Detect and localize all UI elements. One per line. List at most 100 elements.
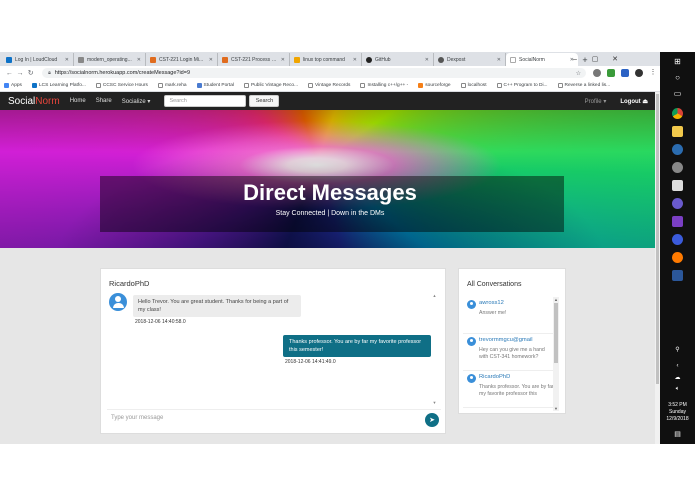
bookmark-item[interactable]: Reverse a linked lis... (557, 83, 610, 88)
tab-close-icon[interactable]: ✕ (65, 57, 69, 63)
tab-close-icon[interactable]: ✕ (497, 57, 501, 63)
maximize-button[interactable]: ▢ (585, 52, 605, 66)
minimize-button[interactable]: – (565, 52, 585, 66)
browser-tab[interactable]: Dexpost ✕ (434, 53, 506, 66)
brand-norm-text: Norm (35, 95, 60, 107)
file-explorer-icon[interactable] (672, 126, 683, 137)
profile-avatar-icon[interactable] (635, 69, 644, 77)
extension-icon[interactable] (621, 69, 630, 77)
taskbar-clock-date: 12/9/2018 (666, 416, 689, 422)
site-logo[interactable]: SocialNorm (8, 96, 60, 107)
tab-close-icon[interactable]: ✕ (353, 57, 357, 63)
scroll-up-icon[interactable]: ▲ (432, 293, 437, 298)
url-input[interactable]: 🔒︎ https://socialnorm.herokuapp.com/crea… (42, 68, 587, 78)
conversation-list[interactable]: awross12 Answer me! trevormmgcu@gmail He… (463, 297, 555, 411)
conversation-preview: Hey can you give me a hand with CST-341 … (479, 347, 545, 360)
search-button[interactable]: Search (249, 95, 280, 107)
bookmark-item[interactable]: Public Vintage Reco... (243, 83, 298, 88)
tab-close-icon[interactable]: ✕ (209, 57, 213, 63)
app-icon[interactable] (672, 162, 683, 173)
conversation-name[interactable]: trevormmgcu@gmail (479, 337, 555, 343)
extension-icon[interactable] (607, 69, 616, 77)
scroll-down-icon[interactable]: ▼ (553, 406, 559, 411)
site-navbar: SocialNorm Home Share Socialize ▾ Search… (0, 92, 660, 110)
conversation-item[interactable]: trevormmgcu@gmail Hey can you give me a … (463, 334, 555, 371)
scroll-up-icon[interactable]: ▲ (553, 297, 559, 302)
bookmark-item[interactable]: mark.reha (157, 83, 187, 88)
bookmark-item[interactable]: localhost (460, 83, 487, 88)
bookmark-item[interactable]: Vintage Records (308, 83, 350, 88)
nav-home-link[interactable]: Home (70, 98, 86, 104)
chrome-icon[interactable] (672, 108, 683, 119)
app-icon[interactable] (672, 234, 683, 245)
menu-kebab-icon[interactable]: ⋮ (649, 69, 657, 77)
mail-icon[interactable] (672, 180, 683, 191)
message-input[interactable]: Type your message (111, 415, 163, 421)
sourceforge-icon (418, 83, 424, 88)
profile-dropdown[interactable]: Profile ▾ (585, 98, 607, 105)
bookmark-item[interactable]: Apps (4, 83, 22, 88)
bookmark-star-icon[interactable]: ☆ (576, 70, 581, 77)
app-icon[interactable] (672, 144, 683, 155)
scroll-down-icon[interactable]: ▼ (432, 400, 437, 405)
visual-studio-icon[interactable] (672, 216, 683, 227)
app-icon[interactable] (672, 198, 683, 209)
app-icon[interactable] (672, 252, 683, 263)
browser-tab[interactable]: Log In | LoudCloud ✕ (2, 53, 74, 66)
browser-tab[interactable]: CST-221 Process Li... ✕ (218, 53, 290, 66)
word-icon[interactable] (672, 270, 683, 281)
nav-socialize-dropdown[interactable]: Socialize ▾ (122, 98, 151, 105)
page-icon (308, 83, 314, 88)
search-circle-icon[interactable]: ○ (672, 72, 683, 83)
logout-button[interactable]: Logout ⏏︎ (620, 98, 648, 105)
nav-share-link[interactable]: Share (96, 98, 112, 104)
browser-tab[interactable]: modern_operating... ✕ (74, 53, 146, 66)
avatar-icon (467, 374, 476, 383)
bookmark-item[interactable]: Installing c++/g++ - (360, 83, 408, 88)
tab-close-icon[interactable]: ✕ (137, 57, 141, 63)
task-view-icon[interactable]: ▭ (672, 88, 683, 99)
scrollbar-thumb[interactable] (656, 94, 659, 384)
url-text: https://socialnorm.herokuapp.com/createM… (54, 70, 191, 76)
volume-icon[interactable]: 🔈︎ (672, 384, 683, 395)
scrollbar-thumb[interactable] (554, 303, 558, 363)
bookmark-favicon-icon (31, 83, 37, 88)
browser-tab[interactable]: CST-221 Login Mi... ✕ (146, 53, 218, 66)
notifications-icon[interactable]: ▤ (672, 428, 683, 439)
conversation-scrollbar[interactable]: ▲ ▼ (553, 297, 559, 411)
tab-close-icon[interactable]: ✕ (425, 57, 429, 63)
search-input[interactable]: Search (164, 95, 247, 107)
conversation-name[interactable]: awross12 (479, 300, 555, 306)
page-icon (557, 83, 563, 88)
reload-icon[interactable]: ↻ (25, 69, 36, 77)
people-icon[interactable]: ⚲ (672, 344, 683, 355)
windows-start-icon[interactable]: ⊞ (672, 56, 683, 67)
conversation-item[interactable]: RicardoPhD Thanks professor. You are by … (463, 371, 555, 408)
send-button[interactable]: ➤ (425, 413, 439, 427)
conversation-item[interactable]: awross12 Answer me! (463, 297, 555, 334)
taskbar-clock-time[interactable]: 3:52 PM (660, 402, 695, 409)
chevron-up-icon[interactable]: ‹ (672, 360, 683, 371)
tab-close-icon[interactable]: ✕ (281, 57, 285, 63)
browser-tab[interactable]: GitHub ✕ (362, 53, 434, 66)
tab-favicon-icon (294, 56, 300, 63)
forward-arrow-icon[interactable]: → (15, 70, 26, 77)
message-list[interactable]: Hello Trevor. You are great student. Tha… (107, 291, 437, 407)
bookmark-item[interactable]: CCSC Service Hours (95, 83, 148, 88)
extension-icon[interactable] (593, 69, 602, 77)
bookmark-item[interactable]: LCS Learning Platfo... (31, 83, 86, 88)
tab-favicon-icon (222, 56, 228, 63)
message-scrollbar[interactable]: ▲ ▼ (432, 293, 437, 405)
close-window-button[interactable]: ✕ (605, 52, 625, 66)
back-arrow-icon[interactable]: ← (4, 70, 15, 77)
network-icon[interactable]: ☁ (672, 372, 683, 383)
message-timestamp: 2018-12-06 14:40:58.0 (135, 319, 186, 325)
bookmark-item[interactable]: C++ Program to Di... (496, 83, 548, 88)
page-icon (496, 83, 502, 88)
bookmark-item[interactable]: Student Portal (196, 83, 234, 88)
logout-icon: ⏏︎ (642, 98, 648, 105)
bookmark-item[interactable]: sourceforge (418, 83, 451, 88)
browser-tab[interactable]: linux top command ✕ (290, 53, 362, 66)
conversation-name[interactable]: RicardoPhD (479, 374, 555, 380)
logout-label: Logout (620, 98, 641, 105)
